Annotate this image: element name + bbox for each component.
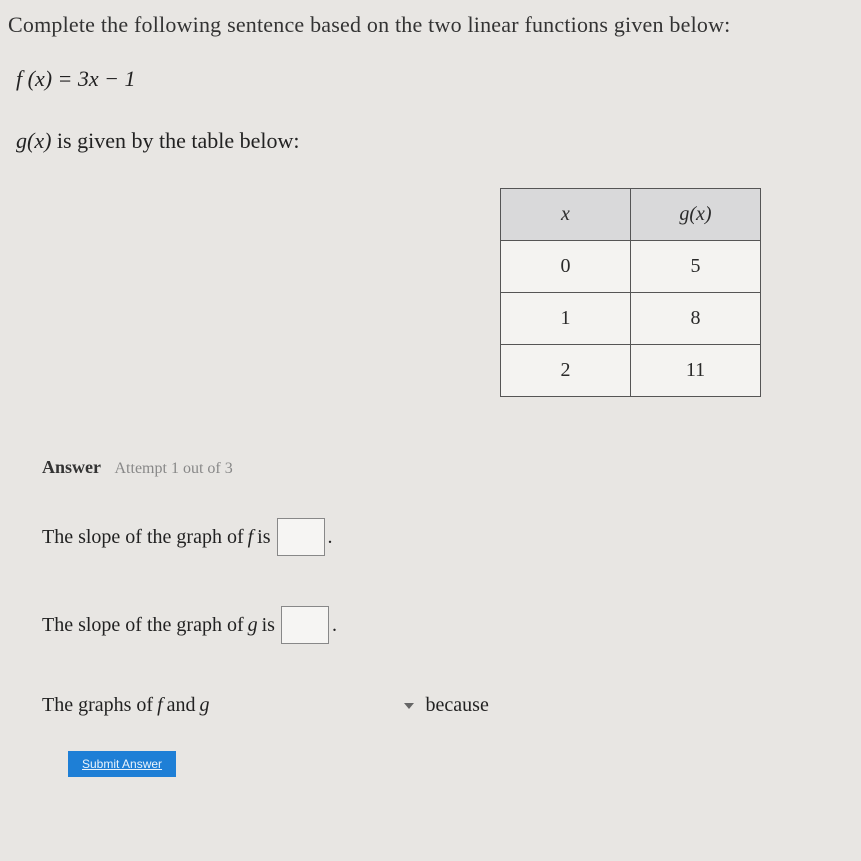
graphs-and: and xyxy=(167,694,196,717)
table-row: 1 8 xyxy=(501,293,761,345)
table-header-gx: g(x) xyxy=(631,189,761,241)
table-header-x: x xyxy=(501,189,631,241)
slope-g-is: is xyxy=(262,614,275,637)
table-cell-gx: 8 xyxy=(631,293,761,345)
answer-header: Answer Attempt 1 out of 3 xyxy=(42,457,861,478)
graphs-prefix: The graphs of xyxy=(42,694,153,717)
table-cell-x: 2 xyxy=(501,345,631,397)
slope-g-period: . xyxy=(332,614,337,637)
slope-f-function: f xyxy=(248,526,254,549)
graphs-f: f xyxy=(157,694,163,717)
graphs-sentence: The graphs of f and g because xyxy=(42,694,861,717)
chevron-down-icon[interactable] xyxy=(404,703,414,709)
slope-g-function: g xyxy=(248,614,258,637)
slope-f-sentence: The slope of the graph of f is . xyxy=(42,518,861,556)
g-values-table: x g(x) 0 5 1 8 2 11 xyxy=(500,188,761,397)
submit-answer-button[interactable]: Submit Answer xyxy=(68,751,176,777)
slope-g-prefix: The slope of the graph of xyxy=(42,614,244,637)
slope-f-period: . xyxy=(328,526,333,549)
graphs-g: g xyxy=(200,694,210,717)
table-cell-x: 1 xyxy=(501,293,631,345)
table-row: 0 5 xyxy=(501,241,761,293)
question-prompt: Complete the following sentence based on… xyxy=(8,12,861,38)
table-header-row: x g(x) xyxy=(501,189,761,241)
f-equation: f (x) = 3x − 1 xyxy=(16,66,861,92)
slope-f-input[interactable] xyxy=(277,518,325,556)
table-cell-x: 0 xyxy=(501,241,631,293)
table-container: x g(x) 0 5 1 8 2 11 xyxy=(8,188,861,397)
f-equation-text: f (x) = 3x − 1 xyxy=(16,66,136,91)
g-description: g(x) is given by the table below: xyxy=(16,128,861,154)
table-cell-gx: 5 xyxy=(631,241,761,293)
slope-g-sentence: The slope of the graph of g is . xyxy=(42,606,861,644)
table-row: 2 11 xyxy=(501,345,761,397)
slope-f-prefix: The slope of the graph of xyxy=(42,526,244,549)
g-function-label: g(x) xyxy=(16,128,51,153)
answer-label: Answer xyxy=(42,457,101,477)
slope-f-is: is xyxy=(257,526,270,549)
slope-g-input[interactable] xyxy=(281,606,329,644)
g-description-text: is given by the table below: xyxy=(51,128,299,153)
graphs-because: because xyxy=(426,694,489,717)
attempt-counter: Attempt 1 out of 3 xyxy=(115,460,233,477)
table-cell-gx: 11 xyxy=(631,345,761,397)
